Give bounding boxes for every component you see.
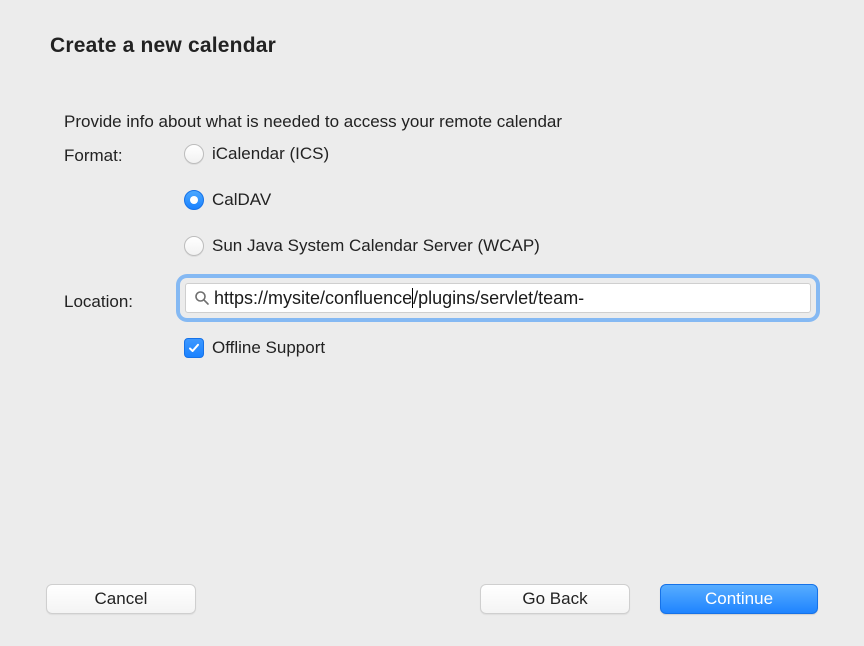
format-option-label: CalDAV [212,190,271,210]
offline-support-checkbox[interactable]: Offline Support [184,338,325,358]
format-label: Format: [64,146,123,166]
location-input-text: https://mysite/confluence/plugins/servle… [214,288,584,309]
format-option-label: Sun Java System Calendar Server (WCAP) [212,236,540,256]
checkbox-icon [184,338,204,358]
checkmark-icon [188,342,200,354]
cancel-button[interactable]: Cancel [46,584,196,614]
format-option-caldav[interactable]: CalDAV [184,188,540,212]
dialog-title: Create a new calendar [50,34,276,58]
dialog-button-row: Cancel Go Back Continue [0,584,864,616]
location-label: Location: [64,292,133,312]
format-option-label: iCalendar (ICS) [212,144,329,164]
continue-button[interactable]: Continue [660,584,818,614]
location-field-focus-ring: https://mysite/confluence/plugins/servle… [180,278,816,318]
format-option-icalendar[interactable]: iCalendar (ICS) [184,142,540,166]
radio-icon [184,144,204,164]
location-text-after: /plugins/servlet/team- [413,288,584,308]
radio-icon [184,190,204,210]
create-calendar-dialog: Create a new calendar Provide info about… [0,0,864,646]
dialog-subtitle: Provide info about what is needed to acc… [64,112,562,132]
location-text-before: https://mysite/confluence [214,288,412,308]
radio-icon [184,236,204,256]
location-input[interactable]: https://mysite/confluence/plugins/servle… [185,283,811,313]
offline-support-label: Offline Support [212,338,325,358]
format-option-wcap[interactable]: Sun Java System Calendar Server (WCAP) [184,234,540,258]
format-radio-group: iCalendar (ICS) CalDAV Sun Java System C… [184,142,540,280]
go-back-button[interactable]: Go Back [480,584,630,614]
search-icon [194,290,210,306]
